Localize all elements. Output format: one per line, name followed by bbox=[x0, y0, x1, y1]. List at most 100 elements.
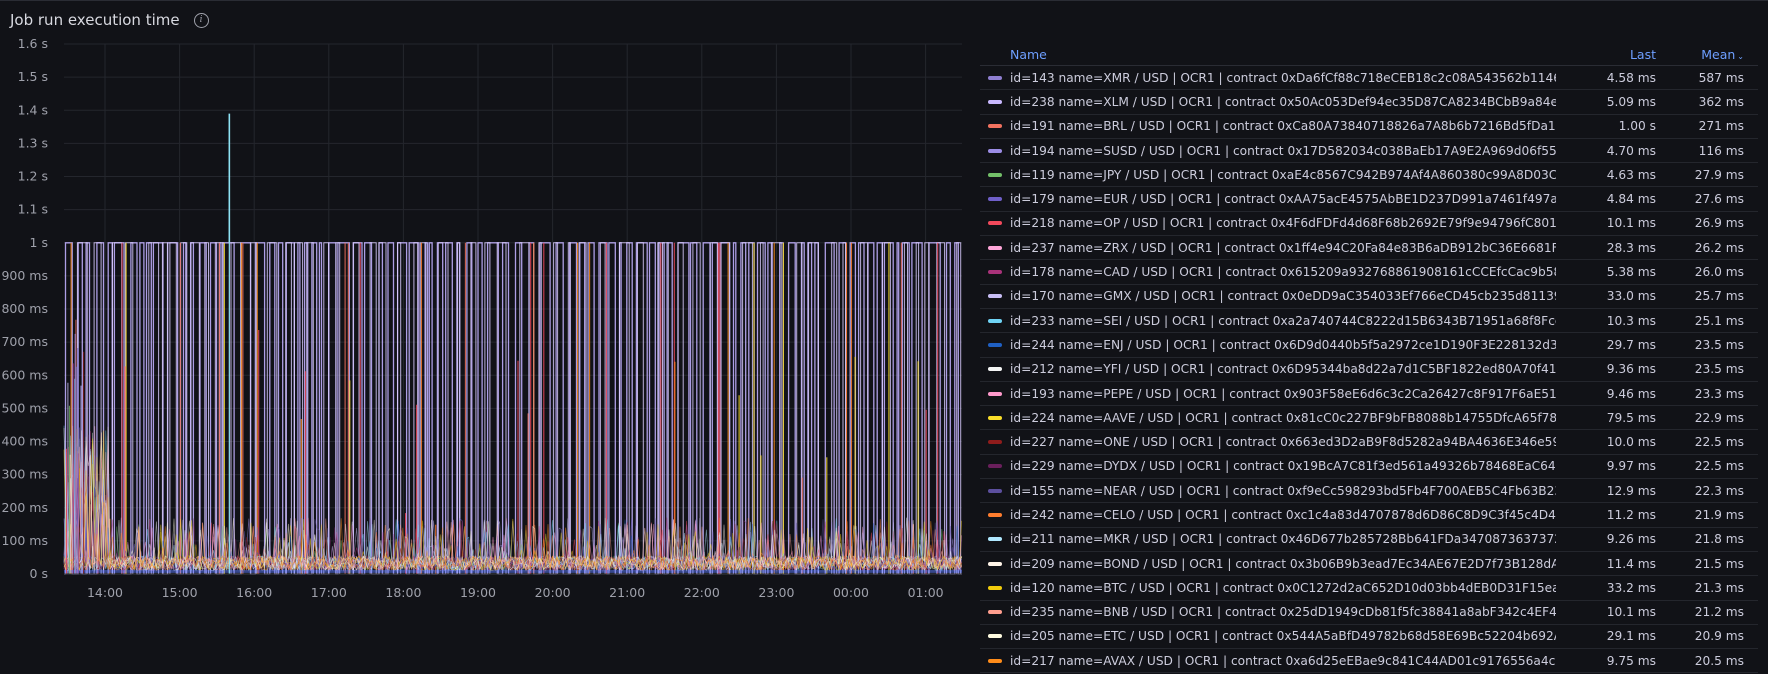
series-color-swatch bbox=[988, 537, 1002, 542]
legend-series-name[interactable]: id=212 name=YFI / USD | OCR1 | contract … bbox=[1010, 362, 1556, 376]
legend-series-mean: 21.5 ms bbox=[1694, 556, 1744, 571]
legend-series-last: 10.0 ms bbox=[1606, 435, 1656, 450]
legend-row[interactable]: id=244 name=ENJ / USD | OCR1 | contract … bbox=[980, 333, 1758, 358]
legend-series-mean: 271 ms bbox=[1698, 119, 1744, 134]
legend-series-name[interactable]: id=244 name=ENJ / USD | OCR1 | contract … bbox=[1010, 338, 1556, 352]
y-tick-label: 1.5 s bbox=[18, 69, 48, 84]
legend-series-mean: 22.3 ms bbox=[1694, 483, 1744, 498]
legend-series-name[interactable]: id=218 name=OP / USD | OCR1 | contract 0… bbox=[1010, 216, 1556, 230]
legend-series-mean: 21.8 ms bbox=[1694, 532, 1744, 547]
legend-series-name[interactable]: id=194 name=SUSD / USD | OCR1 | contract… bbox=[1010, 144, 1556, 158]
y-tick-label: 800 ms bbox=[1, 301, 48, 316]
legend-row[interactable]: id=194 name=SUSD / USD | OCR1 | contract… bbox=[980, 139, 1758, 164]
legend-rows: id=143 name=XMR / USD | OCR1 | contract … bbox=[980, 66, 1758, 674]
legend-series-last: 9.26 ms bbox=[1606, 532, 1656, 547]
legend-row[interactable]: id=120 name=BTC / USD | OCR1 | contract … bbox=[980, 576, 1758, 601]
legend-series-last: 9.46 ms bbox=[1606, 386, 1656, 401]
legend-series-name[interactable]: id=191 name=BRL / USD | OCR1 | contract … bbox=[1010, 119, 1556, 133]
legend-series-last: 11.2 ms bbox=[1606, 507, 1656, 522]
series-color-swatch bbox=[988, 294, 1002, 299]
legend-series-name[interactable]: id=119 name=JPY / USD | OCR1 | contract … bbox=[1010, 168, 1556, 182]
series-color-swatch bbox=[988, 488, 1002, 493]
legend-row[interactable]: id=191 name=BRL / USD | OCR1 | contract … bbox=[980, 115, 1758, 139]
legend-series-name[interactable]: id=170 name=GMX / USD | OCR1 | contract … bbox=[1010, 289, 1556, 303]
legend-series-name[interactable]: id=120 name=BTC / USD | OCR1 | contract … bbox=[1010, 581, 1556, 595]
legend-row[interactable]: id=178 name=CAD / USD | OCR1 | contract … bbox=[980, 260, 1758, 285]
legend-series-name[interactable]: id=217 name=AVAX / USD | OCR1 | contract… bbox=[1010, 654, 1556, 668]
legend-series-name[interactable]: id=211 name=MKR / USD | OCR1 | contract … bbox=[1010, 532, 1556, 546]
legend-row[interactable]: id=238 name=XLM / USD | OCR1 | contract … bbox=[980, 90, 1758, 115]
legend-row[interactable]: id=212 name=YFI / USD | OCR1 | contract … bbox=[980, 358, 1758, 382]
x-tick-label: 01:00 bbox=[908, 585, 944, 600]
legend-series-last: 10.3 ms bbox=[1606, 313, 1656, 328]
legend-series-last: 33.0 ms bbox=[1606, 289, 1656, 304]
legend-series-name[interactable]: id=205 name=ETC / USD | OCR1 | contract … bbox=[1010, 629, 1556, 643]
legend-header-name[interactable]: Name bbox=[980, 47, 1556, 62]
legend-table: Name Last Mean ⌄ id=143 name=XMR / USD | … bbox=[980, 43, 1758, 674]
legend-series-name[interactable]: id=224 name=AAVE / USD | OCR1 | contract… bbox=[1010, 411, 1556, 425]
sort-desc-icon: ⌄ bbox=[1737, 51, 1744, 61]
legend-series-name[interactable]: id=242 name=CELO / USD | OCR1 | contract… bbox=[1010, 508, 1556, 522]
y-tick-label: 1.1 s bbox=[18, 202, 48, 217]
legend-row[interactable]: id=143 name=XMR / USD | OCR1 | contract … bbox=[980, 66, 1758, 91]
legend-row[interactable]: id=242 name=CELO / USD | OCR1 | contract… bbox=[980, 503, 1758, 528]
info-icon[interactable]: i bbox=[193, 12, 209, 28]
legend-header: Name Last Mean ⌄ bbox=[980, 43, 1758, 66]
legend-row[interactable]: id=224 name=AAVE / USD | OCR1 | contract… bbox=[980, 406, 1758, 431]
legend-series-last: 5.38 ms bbox=[1606, 265, 1656, 280]
legend-series-name[interactable]: id=235 name=BNB / USD | OCR1 | contract … bbox=[1010, 605, 1556, 619]
legend-row[interactable]: id=205 name=ETC / USD | OCR1 | contract … bbox=[980, 625, 1758, 650]
legend-series-last: 4.63 ms bbox=[1606, 167, 1656, 182]
legend-series-mean: 26.2 ms bbox=[1694, 240, 1744, 255]
legend-series-last: 4.70 ms bbox=[1606, 143, 1656, 158]
x-tick-label: 19:00 bbox=[460, 585, 496, 600]
legend-row[interactable]: id=237 name=ZRX / USD | OCR1 | contract … bbox=[980, 236, 1758, 261]
chart-plot[interactable]: 0 s 100 ms 200 ms 300 ms 400 ms 500 ms 600 ms 7… bbox=[0, 39, 975, 674]
legend-series-name[interactable]: id=178 name=CAD / USD | OCR1 | contract … bbox=[1010, 265, 1556, 279]
legend-series-name[interactable]: id=179 name=EUR / USD | OCR1 | contract … bbox=[1010, 192, 1556, 206]
legend-row[interactable]: id=235 name=BNB / USD | OCR1 | contract … bbox=[980, 601, 1758, 625]
legend-series-name[interactable]: id=193 name=PEPE / USD | OCR1 | contract… bbox=[1010, 387, 1556, 401]
legend-header-mean[interactable]: Mean ⌄ bbox=[1662, 47, 1758, 62]
series-color-swatch bbox=[988, 415, 1002, 420]
legend-series-last: 29.7 ms bbox=[1606, 337, 1656, 352]
legend-row[interactable]: id=155 name=NEAR / USD | OCR1 | contract… bbox=[980, 479, 1758, 504]
legend-series-mean: 21.2 ms bbox=[1694, 605, 1744, 620]
panel-header: Job run execution time i bbox=[10, 9, 209, 31]
legend-series-last: 1.00 s bbox=[1618, 119, 1656, 134]
legend-row[interactable]: id=193 name=PEPE / USD | OCR1 | contract… bbox=[980, 382, 1758, 407]
legend-series-name[interactable]: id=227 name=ONE / USD | OCR1 | contract … bbox=[1010, 435, 1556, 449]
legend-series-name[interactable]: id=209 name=BOND / USD | OCR1 | contract… bbox=[1010, 557, 1556, 571]
series-color-swatch bbox=[988, 561, 1002, 566]
panel-title[interactable]: Job run execution time bbox=[10, 11, 180, 29]
legend-series-last: 9.36 ms bbox=[1606, 362, 1656, 377]
legend-series-last: 12.9 ms bbox=[1606, 483, 1656, 498]
legend-row[interactable]: id=209 name=BOND / USD | OCR1 | contract… bbox=[980, 552, 1758, 577]
y-tick-label: 1 s bbox=[30, 235, 48, 250]
legend-series-name[interactable]: id=143 name=XMR / USD | OCR1 | contract … bbox=[1010, 71, 1556, 85]
legend-series-name[interactable]: id=229 name=DYDX / USD | OCR1 | contract… bbox=[1010, 459, 1556, 473]
legend-series-name[interactable]: id=238 name=XLM / USD | OCR1 | contract … bbox=[1010, 95, 1556, 109]
chart-svg[interactable]: 0 s 100 ms 200 ms 300 ms 400 ms 500 ms 600 ms 7… bbox=[0, 39, 975, 674]
legend-row[interactable]: id=217 name=AVAX / USD | OCR1 | contract… bbox=[980, 649, 1758, 674]
legend-series-name[interactable]: id=155 name=NEAR / USD | OCR1 | contract… bbox=[1010, 484, 1556, 498]
legend-series-name[interactable]: id=237 name=ZRX / USD | OCR1 | contract … bbox=[1010, 241, 1556, 255]
series-color-swatch bbox=[988, 318, 1002, 323]
legend-series-name[interactable]: id=233 name=SEI / USD | OCR1 | contract … bbox=[1010, 314, 1556, 328]
y-tick-label: 100 ms bbox=[1, 533, 48, 548]
x-tick-label: 20:00 bbox=[535, 585, 571, 600]
legend-row[interactable]: id=227 name=ONE / USD | OCR1 | contract … bbox=[980, 430, 1758, 455]
legend-row[interactable]: id=229 name=DYDX / USD | OCR1 | contract… bbox=[980, 455, 1758, 480]
legend-row[interactable]: id=233 name=SEI / USD | OCR1 | contract … bbox=[980, 309, 1758, 334]
legend-row[interactable]: id=170 name=GMX / USD | OCR1 | contract … bbox=[980, 285, 1758, 309]
series-color-swatch bbox=[988, 124, 1002, 129]
legend-header-last[interactable]: Last bbox=[1556, 47, 1662, 62]
legend-row[interactable]: id=179 name=EUR / USD | OCR1 | contract … bbox=[980, 187, 1758, 212]
legend-row[interactable]: id=211 name=MKR / USD | OCR1 | contract … bbox=[980, 528, 1758, 552]
legend-series-last: 9.97 ms bbox=[1606, 459, 1656, 474]
x-tick-label: 18:00 bbox=[385, 585, 421, 600]
legend-row[interactable]: id=119 name=JPY / USD | OCR1 | contract … bbox=[980, 163, 1758, 188]
legend-row[interactable]: id=218 name=OP / USD | OCR1 | contract 0… bbox=[980, 212, 1758, 237]
x-tick-label: 15:00 bbox=[162, 585, 198, 600]
legend-series-mean: 26.0 ms bbox=[1694, 265, 1744, 280]
